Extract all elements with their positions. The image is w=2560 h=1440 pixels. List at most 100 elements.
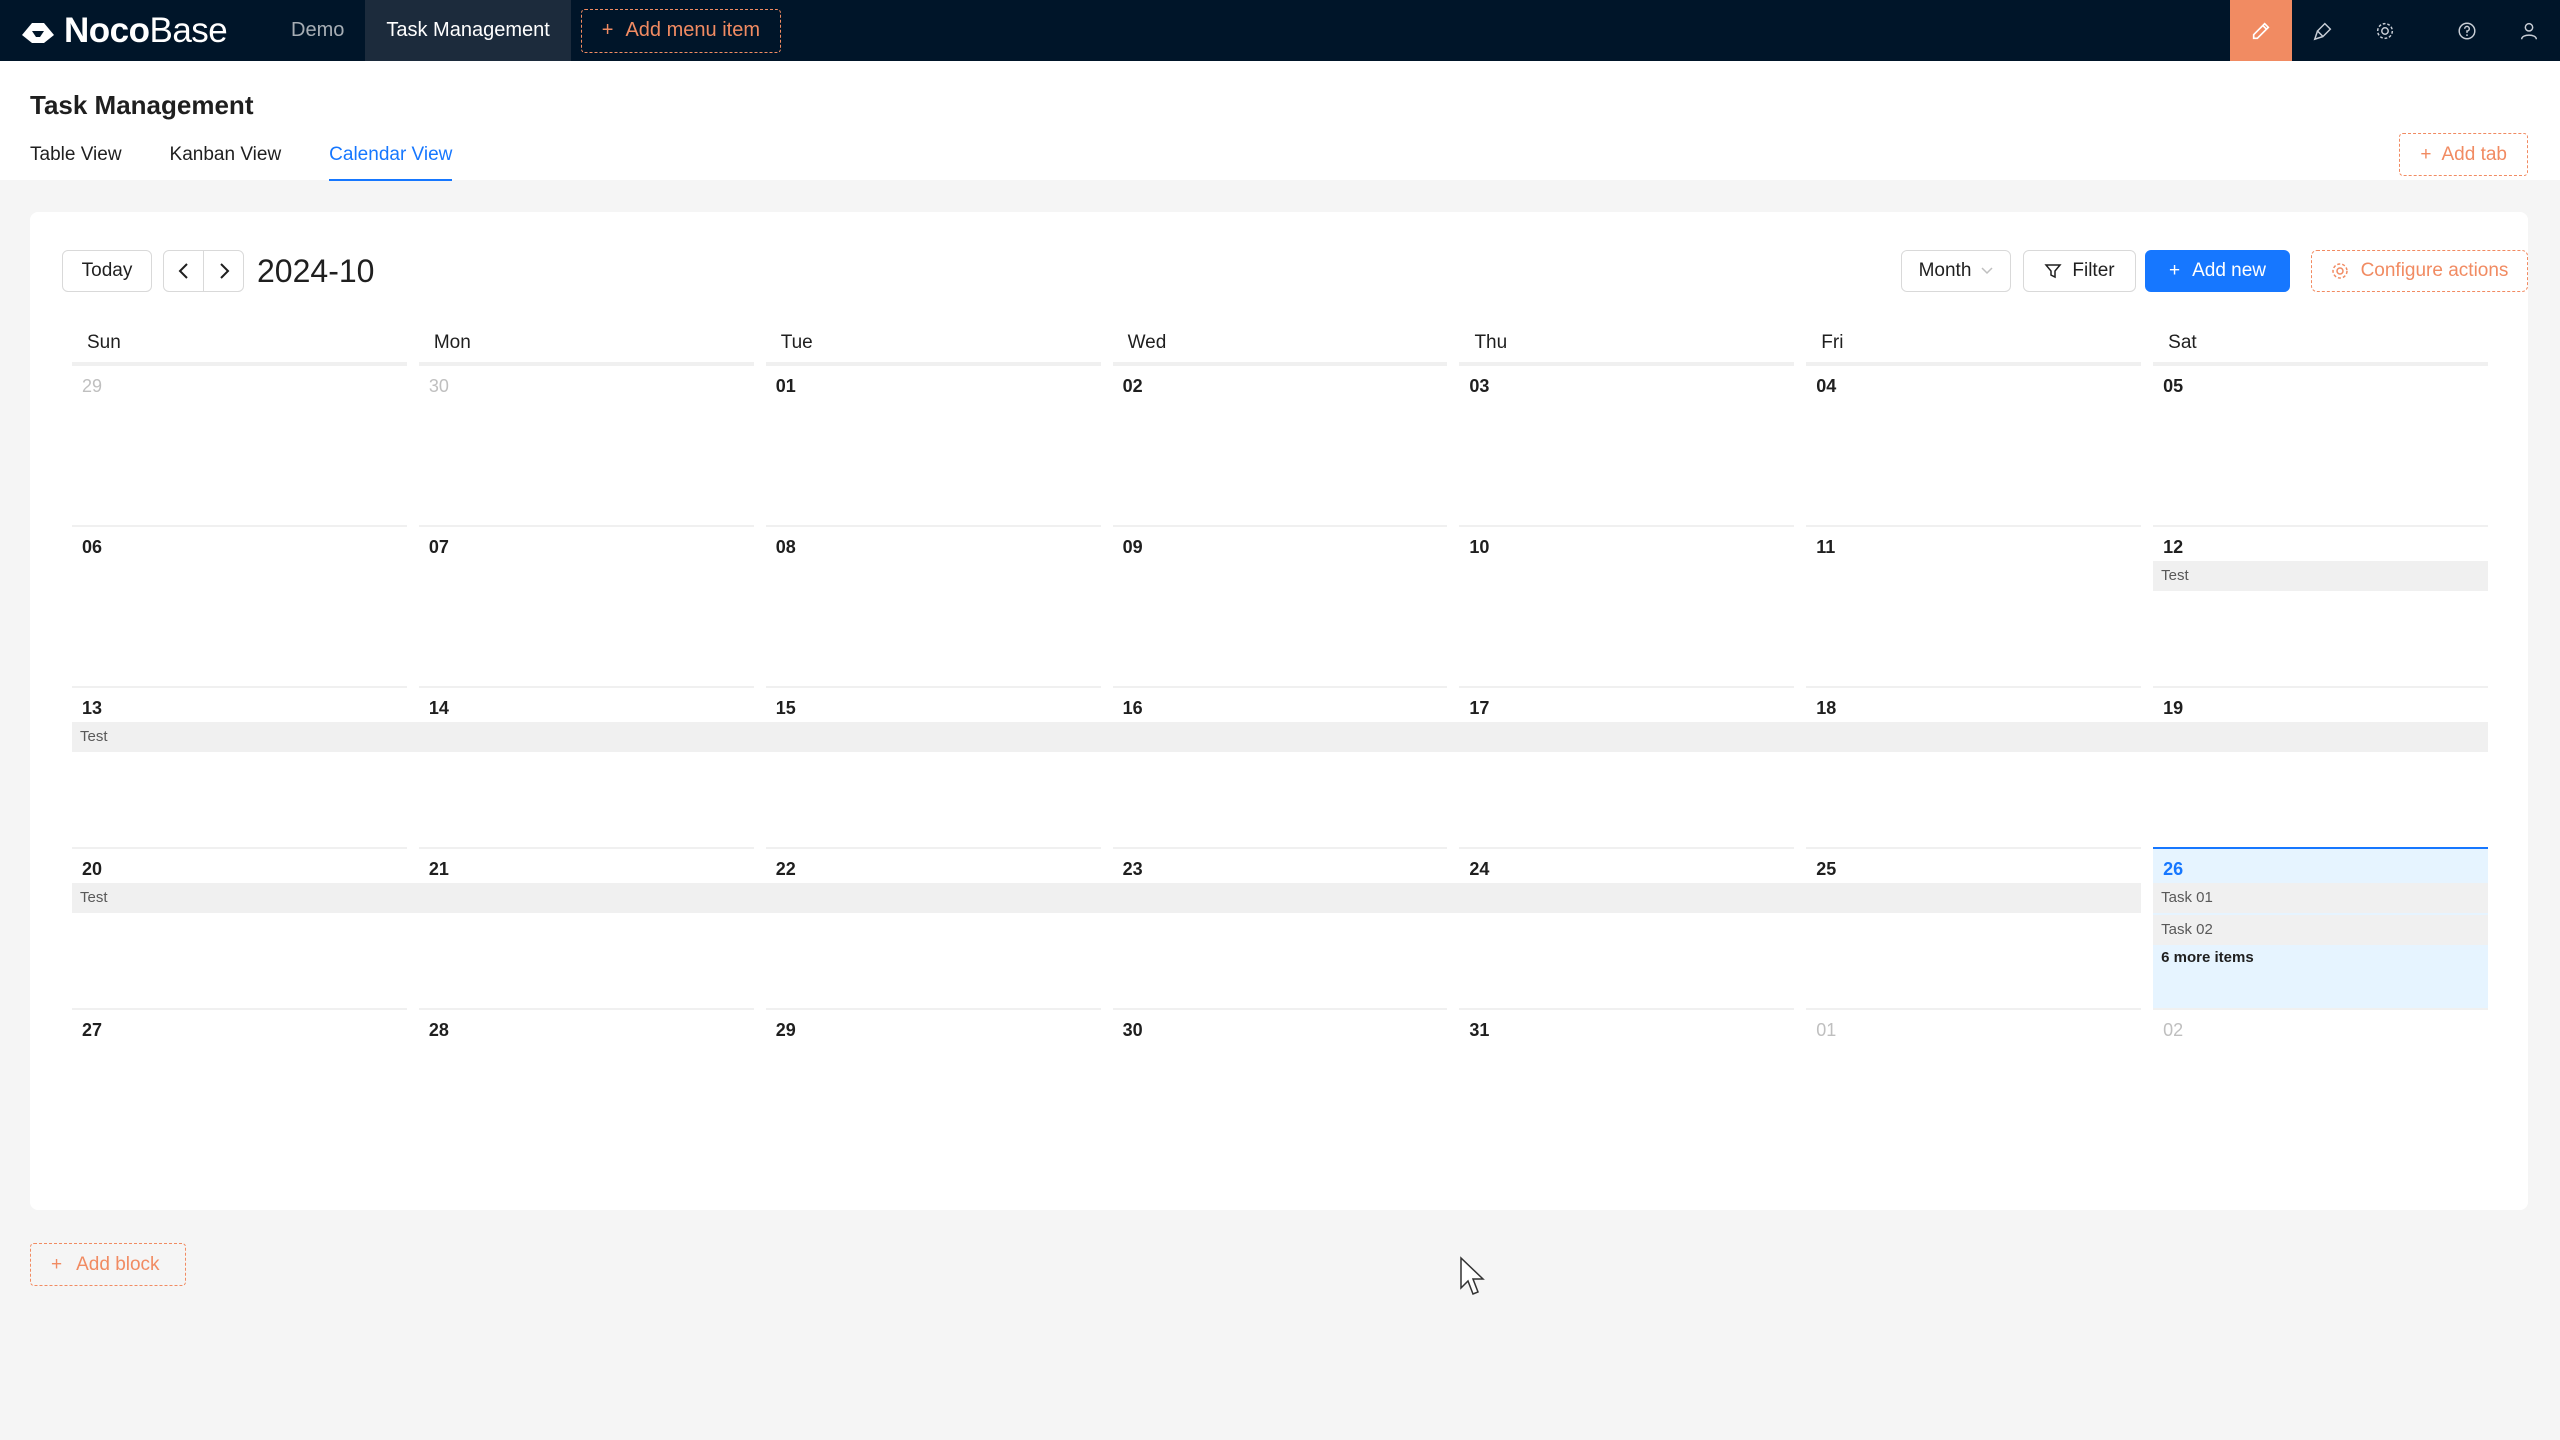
- add-menu-item-button[interactable]: + Add menu item: [580, 8, 781, 53]
- ui-editor-button[interactable]: [2230, 0, 2292, 61]
- filter-button[interactable]: Filter: [2023, 250, 2136, 292]
- day-number: 03: [1469, 376, 1490, 396]
- day-number: 11: [1816, 537, 1836, 557]
- add-menu-item-label: Add menu item: [625, 19, 760, 41]
- calendar-day-cell[interactable]: 11: [1806, 525, 2142, 686]
- day-number: 30: [1122, 1020, 1143, 1040]
- day-number: 22: [775, 859, 796, 879]
- calendar-day-cell[interactable]: 08: [765, 525, 1101, 686]
- configure-actions-button[interactable]: Configure actions: [2311, 250, 2528, 292]
- user-icon: [2520, 22, 2538, 39]
- calendar-day-cell[interactable]: 16: [1112, 686, 1448, 847]
- calendar-day-cell[interactable]: 03: [1459, 364, 1795, 525]
- calendar-day-cell[interactable]: 01: [1806, 1008, 2142, 1169]
- calendar-day-cell[interactable]: 18: [1806, 686, 2142, 847]
- filter-label: Filter: [2072, 260, 2115, 281]
- calendar-event[interactable]: Task 02: [2153, 915, 2488, 945]
- day-number: 29: [82, 376, 103, 396]
- help-button[interactable]: [2436, 0, 2498, 61]
- calendar-day-cell[interactable]: 17: [1459, 686, 1795, 847]
- add-tab-button[interactable]: + Add tab: [2399, 133, 2528, 176]
- calendar-day-cell[interactable]: 04: [1806, 364, 2142, 525]
- calendar-day-cell[interactable]: 01: [765, 364, 1101, 525]
- calendar-day-cell[interactable]: 29: [72, 364, 407, 525]
- day-number: 17: [1469, 698, 1490, 718]
- calendar-day-cell[interactable]: 24: [1459, 847, 1795, 1008]
- plugin-icon: [2313, 22, 2332, 40]
- weekday-label: Thu: [1459, 332, 1795, 364]
- day-number: 29: [775, 1020, 796, 1040]
- calendar-day-cell[interactable]: 31: [1459, 1008, 1795, 1169]
- view-mode-select[interactable]: Month: [1901, 250, 2011, 292]
- tab-kanban-view[interactable]: Kanban View: [170, 144, 282, 181]
- calendar-block: Today 2024-10 Month Filter + Add new Con…: [30, 212, 2528, 1210]
- tab-calendar-view[interactable]: Calendar View: [329, 144, 453, 181]
- weekday-label: Fri: [1806, 332, 2142, 364]
- day-number: 31: [1469, 1020, 1490, 1040]
- prev-month-button[interactable]: [163, 250, 204, 292]
- calendar-day-cell[interactable]: 25: [1806, 847, 2142, 1008]
- calendar-day-cell[interactable]: 09: [1112, 525, 1448, 686]
- calendar-day-cell[interactable]: 13: [72, 686, 407, 847]
- day-number: 30: [428, 376, 449, 396]
- today-button[interactable]: Today: [62, 250, 152, 292]
- calendar-day-cell[interactable]: 22: [765, 847, 1101, 1008]
- calendar-day-cell[interactable]: 23: [1112, 847, 1448, 1008]
- chevron-right-icon: [219, 263, 229, 279]
- calendar-month-title: 2024-10: [257, 253, 375, 289]
- calendar-day-cell[interactable]: 19: [2153, 686, 2488, 847]
- settings-button[interactable]: [2354, 0, 2416, 61]
- plugin-manager-button[interactable]: [2292, 0, 2354, 61]
- day-number: 02: [2163, 1020, 2184, 1040]
- day-number: 12: [2163, 537, 2184, 557]
- logo-text-light: Base: [149, 10, 228, 50]
- calendar-event[interactable]: Test: [2153, 561, 2488, 591]
- day-number: 24: [1469, 859, 1490, 879]
- calendar-day-cell[interactable]: 27: [72, 1008, 407, 1169]
- calendar-week-row: 13 14 15 16 17 18 19 Test: [66, 686, 2494, 847]
- page-header: Task Management Table View Kanban View C…: [0, 61, 2560, 181]
- tab-table-view[interactable]: Table View: [30, 144, 122, 181]
- calendar-day-cell[interactable]: 30: [418, 364, 754, 525]
- top-navigation-bar: Noco Base Demo Task Management + Add menu…: [0, 0, 2560, 61]
- calendar-day-cell[interactable]: 06: [72, 525, 407, 686]
- calendar-day-cell[interactable]: 12: [2153, 525, 2488, 686]
- day-number: 19: [2163, 698, 2184, 718]
- calendar-day-cell[interactable]: 05: [2153, 364, 2488, 525]
- calendar-week-row: 29 30 01 02 03 04 05: [66, 364, 2494, 525]
- calendar-day-cell[interactable]: 20: [72, 847, 407, 1008]
- calendar-toolbar: Today 2024-10 Month Filter + Add new Con…: [62, 250, 2528, 292]
- calendar-day-cell[interactable]: 14: [418, 686, 754, 847]
- calendar-day-cell[interactable]: 07: [418, 525, 754, 686]
- calendar-day-cell[interactable]: 02: [2153, 1008, 2488, 1169]
- calendar-day-cell[interactable]: 15: [765, 686, 1101, 847]
- more-items-link[interactable]: 6 more items: [2161, 949, 2254, 966]
- weeks-container: 29 30 01 02 03 04 05 06 07 08 09 10 11 12 Test 13 14 15 16…: [66, 364, 2494, 1169]
- nocobase-logo[interactable]: Noco Base: [18, 0, 270, 61]
- plus-icon: +: [601, 19, 614, 41]
- add-block-button[interactable]: + Add block: [30, 1243, 186, 1286]
- day-number: 25: [1816, 859, 1837, 879]
- next-month-button[interactable]: [203, 250, 244, 292]
- page-title: Task Management: [30, 90, 254, 120]
- day-number: 10: [1469, 537, 1490, 557]
- calendar-event[interactable]: Task 01: [2153, 883, 2488, 913]
- add-new-button[interactable]: + Add new: [2145, 250, 2290, 292]
- user-button[interactable]: [2498, 0, 2560, 61]
- calendar-day-cell[interactable]: 29: [765, 1008, 1101, 1169]
- day-number: 21: [428, 859, 449, 879]
- menu-item-task-management[interactable]: Task Management: [365, 0, 571, 61]
- settings-icon: [2331, 263, 2348, 279]
- day-number: 14: [428, 698, 449, 718]
- calendar-day-cell[interactable]: 02: [1112, 364, 1448, 525]
- calendar-day-cell[interactable]: 28: [418, 1008, 754, 1169]
- day-number: 02: [1122, 376, 1143, 396]
- menu-item-demo[interactable]: Demo: [270, 0, 365, 61]
- plus-icon: +: [51, 1253, 63, 1275]
- calendar-event[interactable]: Test: [72, 722, 2488, 752]
- add-block-label: Add block: [76, 1253, 160, 1275]
- calendar-event[interactable]: Test: [72, 883, 2142, 913]
- calendar-day-cell[interactable]: 21: [418, 847, 754, 1008]
- calendar-day-cell[interactable]: 30: [1112, 1008, 1448, 1169]
- calendar-day-cell[interactable]: 10: [1459, 525, 1795, 686]
